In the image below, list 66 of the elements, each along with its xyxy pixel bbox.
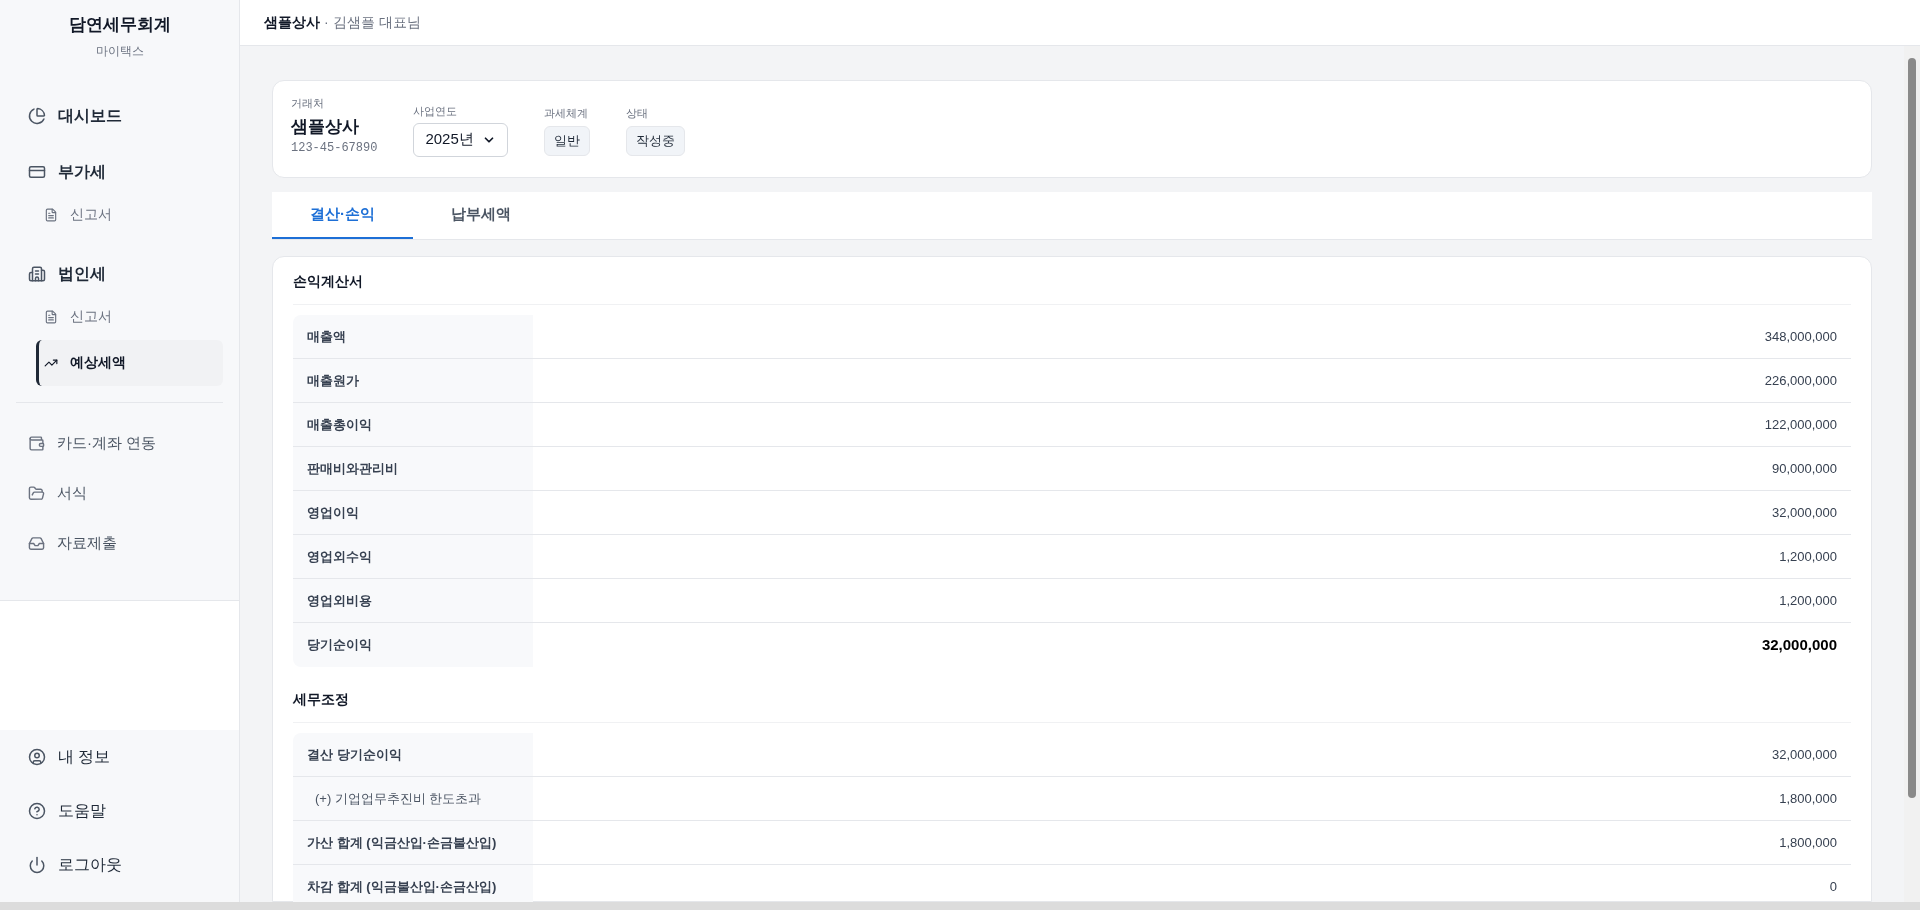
inbox-icon [28, 535, 45, 552]
row-label: 매출총이익 [293, 403, 533, 446]
row-label: 당기순이익 [293, 623, 533, 667]
section-title: 손익계산서 [293, 272, 363, 291]
document-icon [44, 309, 58, 324]
row-value: 0 [1828, 878, 1838, 897]
row-value: 1,800,000 [1778, 833, 1838, 852]
footer-nav-item[interactable]: 내 정보 [0, 730, 239, 784]
footer-nav-item[interactable]: 도움말 [0, 784, 239, 838]
nav-item[interactable]: 자료제출 [0, 518, 239, 569]
field-label: 상태 [625, 106, 649, 121]
year-select[interactable]: 2025년 [413, 122, 508, 157]
tax-type-tag: 일반 [543, 125, 590, 156]
help-icon [28, 802, 46, 820]
row-value: 1,200,000 [1778, 591, 1838, 610]
field-label: 사업연도 [413, 104, 459, 119]
nav-section[interactable]: 부가세 [0, 151, 239, 192]
row-value: 1,800,000 [1778, 789, 1838, 808]
brand-title: 담연세무회계 [68, 14, 171, 36]
wallet-icon [28, 435, 45, 452]
nav-item[interactable]: 예상세액 [36, 339, 223, 386]
row-label: 매출액 [293, 315, 533, 358]
horizontal-scrollbar[interactable] [0, 902, 1920, 910]
nav-item[interactable]: 신고서 [36, 191, 223, 238]
nav-section[interactable]: 대시보드 [0, 95, 239, 136]
row-label: 차감 합계 (익금불산입·손금산입) [293, 865, 533, 902]
row-value: 122,000,000 [1763, 415, 1838, 434]
brand-subtitle: 마이택스 [95, 42, 144, 60]
section-title: 세무조정 [293, 690, 349, 709]
document-icon [44, 207, 58, 222]
folder-icon [28, 485, 45, 502]
company-name: 샘플상사 [264, 13, 320, 32]
row-label: (+) 기업업무추진비 한도초과 [293, 777, 533, 820]
tab[interactable]: 납부세액 [413, 192, 549, 239]
row-value: 32,000,000 [1770, 745, 1838, 764]
field-label: 과세체계 [543, 106, 589, 121]
row-label: 영업외비용 [293, 579, 533, 622]
row-label: 매출원가 [293, 359, 533, 402]
row-value: 1,200,000 [1778, 547, 1838, 566]
nav-item[interactable]: 카드·계좌 연동 [0, 418, 239, 469]
nav-item[interactable]: 신고서 [36, 293, 223, 340]
tab[interactable]: 결산·손익 [272, 192, 413, 239]
power-icon [28, 856, 46, 874]
client-name: 샘플상사 [291, 115, 360, 138]
building-icon [28, 264, 46, 283]
row-value: 32,000,000 [1760, 634, 1838, 655]
row-label: 영업이익 [293, 491, 533, 534]
row-value: 32,000,000 [1770, 503, 1838, 522]
footer-nav-item[interactable]: 로그아웃 [0, 838, 239, 892]
separator: · [324, 13, 329, 32]
business-number: 123-45-67890 [291, 140, 378, 157]
status-tag: 작성중 [625, 125, 685, 156]
row-label: 결산 당기순이익 [293, 733, 533, 776]
row-value: 90,000,000 [1770, 459, 1838, 478]
row-label: 가산 합계 (익금산입·손금불산입) [293, 821, 533, 864]
row-label: 판매비와관리비 [293, 447, 533, 490]
row-value: 348,000,000 [1763, 327, 1838, 346]
row-value: 226,000,000 [1763, 371, 1838, 390]
representative-name: 김샘플 대표님 [332, 13, 421, 32]
pie-chart-icon [28, 106, 46, 125]
nav-section[interactable]: 법인세 [0, 253, 239, 294]
user-icon [28, 748, 46, 766]
field-label: 거래처 [291, 96, 325, 111]
nav-item[interactable]: 서식 [0, 468, 239, 519]
row-label: 영업외수익 [293, 535, 533, 578]
vertical-scrollbar[interactable] [1904, 46, 1920, 902]
